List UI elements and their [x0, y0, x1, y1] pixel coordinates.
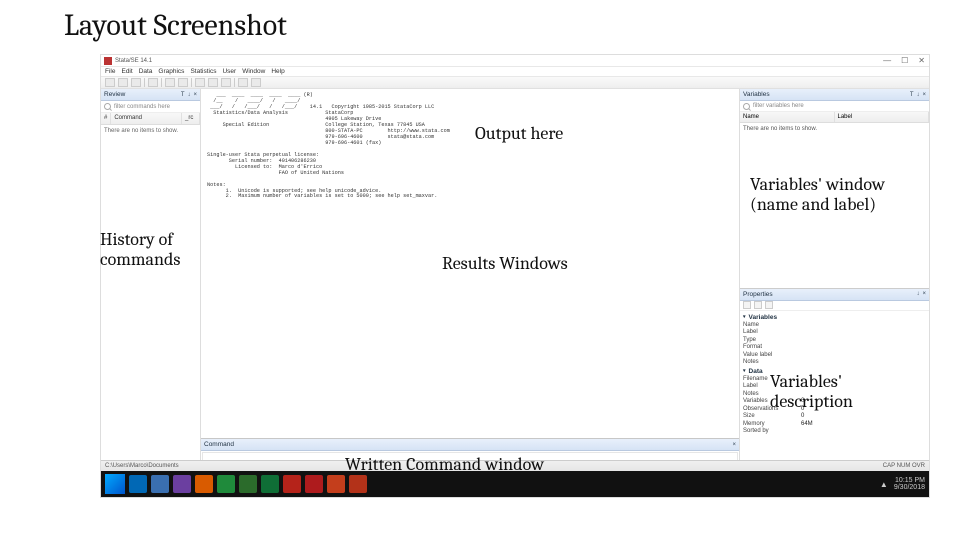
menu-window[interactable]: Window	[242, 68, 265, 75]
taskbar-icon[interactable]	[283, 475, 301, 493]
taskbar-icon[interactable]	[217, 475, 235, 493]
toolbar-button[interactable]	[131, 78, 141, 87]
callout-output: Output here	[475, 124, 563, 144]
toolbar-button[interactable]	[165, 78, 175, 87]
variables-filter[interactable]: filter variables here	[740, 101, 929, 112]
taskbar-icon[interactable]	[195, 475, 213, 493]
toolbar-button[interactable]	[238, 78, 248, 87]
close-icon[interactable]: ×	[732, 442, 736, 448]
section-variables[interactable]: Variables	[743, 313, 926, 322]
start-button[interactable]	[105, 474, 125, 494]
review-body: There are no items to show.	[101, 125, 200, 469]
titlebar: Stata/SE 14.1 — ☐ ✕	[101, 55, 929, 67]
menu-user[interactable]: User	[222, 68, 236, 75]
variables-panel-header: Variables T↓×	[740, 89, 929, 101]
prop-row: Type	[743, 337, 926, 345]
prop-row: Format	[743, 344, 926, 352]
window-title: Stata/SE 14.1	[115, 58, 152, 64]
command-panel-header: Command ×	[201, 439, 739, 451]
maximize-button[interactable]: ☐	[901, 56, 908, 65]
toolbar-button[interactable]	[148, 78, 158, 87]
prop-row: Sorted by	[743, 428, 926, 436]
pin-icon[interactable]: T	[181, 92, 185, 98]
properties-panel-header: Properties ↓×	[740, 289, 929, 301]
search-icon	[104, 103, 111, 110]
taskbar-icon[interactable]	[151, 475, 169, 493]
pin-icon[interactable]: ↓	[916, 92, 919, 98]
callout-command: Written Command window	[345, 455, 544, 475]
col-num[interactable]: #	[101, 113, 111, 124]
menu-statistics[interactable]: Statistics	[190, 68, 216, 75]
pin-icon[interactable]: T	[910, 92, 914, 98]
review-columns: # Command _rc	[101, 113, 200, 125]
menu-data[interactable]: Data	[139, 68, 153, 75]
taskbar-icon[interactable]	[305, 475, 323, 493]
callout-vars-window: Variables' window (name and label)	[750, 175, 930, 215]
menu-help[interactable]: Help	[271, 68, 284, 75]
toolbar-button[interactable]	[105, 78, 115, 87]
col-rc[interactable]: _rc	[182, 113, 200, 124]
callout-vars-desc: Variables' description	[770, 372, 920, 412]
slide-number: 7	[919, 520, 925, 532]
minimize-button[interactable]: —	[883, 56, 891, 65]
col-label[interactable]: Label	[835, 112, 930, 122]
toolbar-button[interactable]	[118, 78, 128, 87]
status-path: C:\Users\Marco\Documents	[105, 463, 179, 469]
tray-date: 9/30/2018	[894, 484, 925, 491]
prop-row: Size0	[743, 413, 926, 421]
stata-app-icon	[104, 57, 112, 65]
menu-file[interactable]: File	[105, 68, 115, 75]
prop-row: Memory64M	[743, 421, 926, 429]
review-panel: Review T↓× filter commands here # Comman…	[101, 89, 201, 469]
variables-columns: Name Label	[740, 112, 929, 123]
toolbar-button[interactable]	[178, 78, 188, 87]
slide-title: Layout Screenshot	[64, 8, 287, 43]
taskbar-icon[interactable]	[239, 475, 257, 493]
menu-edit[interactable]: Edit	[121, 68, 132, 75]
col-command[interactable]: Command	[111, 113, 182, 124]
taskbar-icon[interactable]	[261, 475, 279, 493]
status-indicators: CAP NUM OVR	[883, 463, 925, 469]
review-filter[interactable]: filter commands here	[101, 101, 200, 113]
review-panel-header: Review T↓×	[101, 89, 200, 101]
pin-icon[interactable]: ↓	[916, 291, 919, 297]
callout-results: Results Windows	[442, 254, 568, 274]
search-icon	[743, 103, 750, 110]
results-panel: ___ ____ ____ ____ ____ (R) /__ / ____/ …	[201, 89, 739, 469]
close-icon[interactable]: ×	[922, 92, 926, 98]
toolbar-button[interactable]	[221, 78, 231, 87]
pin-icon[interactable]: ↓	[187, 92, 190, 98]
prop-row: Notes	[743, 359, 926, 367]
close-icon[interactable]: ×	[193, 92, 197, 98]
prop-row: Name	[743, 322, 926, 330]
menubar: File Edit Data Graphics Statistics User …	[101, 67, 929, 77]
system-tray[interactable]: ▲ 10:15 PM 9/30/2018	[880, 477, 925, 491]
lock-icon[interactable]	[743, 301, 751, 309]
properties-toolbar	[740, 301, 929, 311]
prop-row: Label	[743, 329, 926, 337]
toolbar	[101, 77, 929, 89]
toolbar-button[interactable]	[251, 78, 261, 87]
nav-icon[interactable]	[754, 301, 762, 309]
taskbar-icon[interactable]	[327, 475, 345, 493]
close-icon[interactable]: ×	[922, 291, 926, 297]
toolbar-button[interactable]	[208, 78, 218, 87]
tray-time: 10:15 PM	[894, 477, 925, 484]
toolbar-button[interactable]	[195, 78, 205, 87]
col-name[interactable]: Name	[740, 112, 835, 122]
taskbar-icon[interactable]	[349, 475, 367, 493]
callout-history: History of commands	[100, 230, 195, 270]
taskbar-icon[interactable]	[173, 475, 191, 493]
nav-icon[interactable]	[765, 301, 773, 309]
prop-row: Value label	[743, 352, 926, 360]
stata-screenshot: Stata/SE 14.1 — ☐ ✕ File Edit Data Graph…	[100, 54, 930, 498]
menu-graphics[interactable]: Graphics	[158, 68, 184, 75]
close-button[interactable]: ✕	[918, 56, 925, 65]
taskbar-icon[interactable]	[129, 475, 147, 493]
